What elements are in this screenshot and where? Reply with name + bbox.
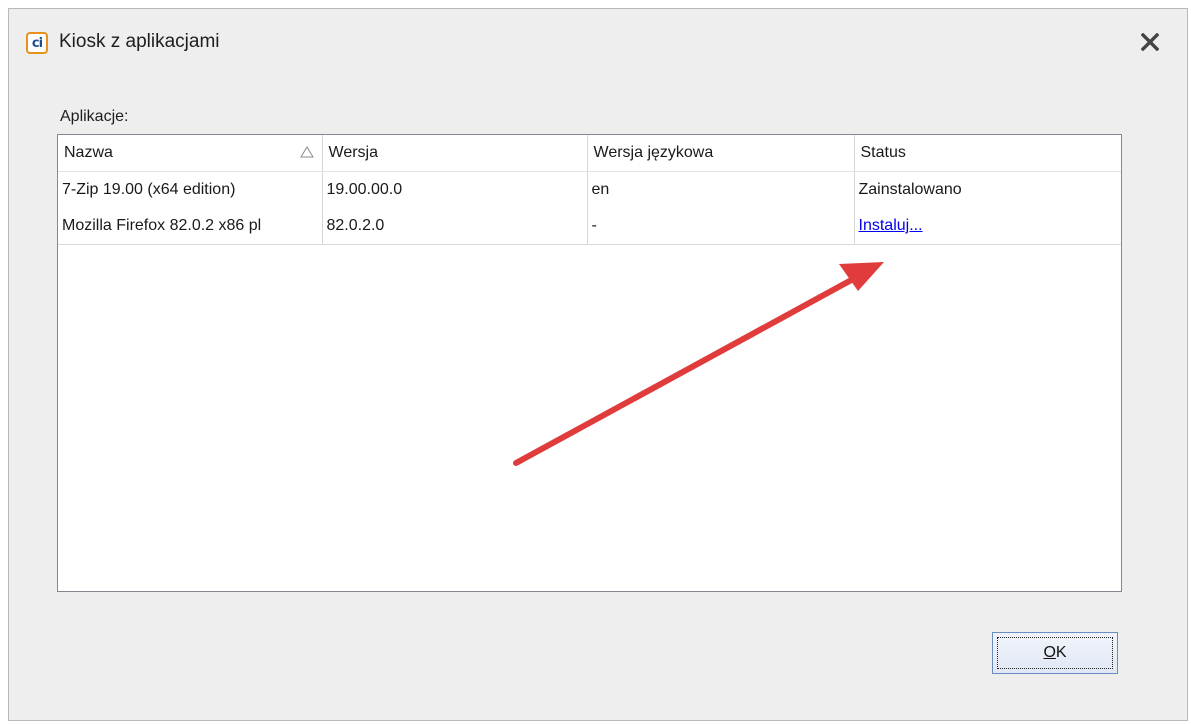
ok-rest: K	[1055, 644, 1067, 661]
table-row[interactable]: 7-Zip 19.00 (x64 edition) 19.00.00.0 en …	[58, 171, 1121, 208]
column-header-label: Wersja	[328, 144, 379, 161]
sort-ascending-icon	[299, 146, 314, 158]
cell-version: 82.0.2.0	[322, 208, 588, 245]
install-link[interactable]: Instaluj...	[859, 217, 923, 234]
column-header-label: Status	[860, 144, 906, 161]
cell-status: Zainstalowano	[858, 181, 962, 198]
close-icon	[1141, 33, 1159, 51]
cell-status: Instaluj...	[854, 208, 1121, 245]
column-header-label: Nazwa	[64, 144, 113, 161]
applications-list[interactable]: Nazwa Wersja Wersja językowa Status 7-Zi	[57, 134, 1122, 592]
column-header-name[interactable]: Nazwa	[58, 135, 323, 172]
title-bar: ci Kiosk z aplikacjami	[9, 9, 1187, 71]
applications-table: Nazwa Wersja Wersja językowa Status 7-Zi	[58, 135, 1121, 245]
app-logo-icon: ci	[26, 32, 48, 54]
column-header-status[interactable]: Status	[854, 135, 1121, 172]
column-header-language[interactable]: Wersja językowa	[587, 135, 855, 172]
applications-label: Aplikacje:	[60, 108, 129, 125]
column-header-label: Wersja językowa	[593, 144, 714, 161]
close-button[interactable]	[1137, 29, 1163, 55]
table-row[interactable]: Mozilla Firefox 82.0.2 x86 pl 82.0.2.0 -…	[58, 208, 1121, 245]
cell-name: Mozilla Firefox 82.0.2 x86 pl	[58, 208, 323, 245]
cell-language: -	[587, 208, 855, 245]
cell-name: 7-Zip 19.00 (x64 edition)	[58, 171, 323, 208]
cell-language: en	[587, 171, 855, 208]
ok-button-label: OK	[1043, 644, 1066, 662]
ok-mnemonic: O	[1043, 644, 1056, 661]
window-title: Kiosk z aplikacjami	[59, 31, 220, 52]
app-logo-text: ci	[31, 35, 43, 51]
ok-button[interactable]: OK	[992, 632, 1118, 674]
table-header-row: Nazwa Wersja Wersja językowa Status	[58, 135, 1121, 172]
cell-version: 19.00.00.0	[322, 171, 588, 208]
column-header-version[interactable]: Wersja	[322, 135, 588, 172]
